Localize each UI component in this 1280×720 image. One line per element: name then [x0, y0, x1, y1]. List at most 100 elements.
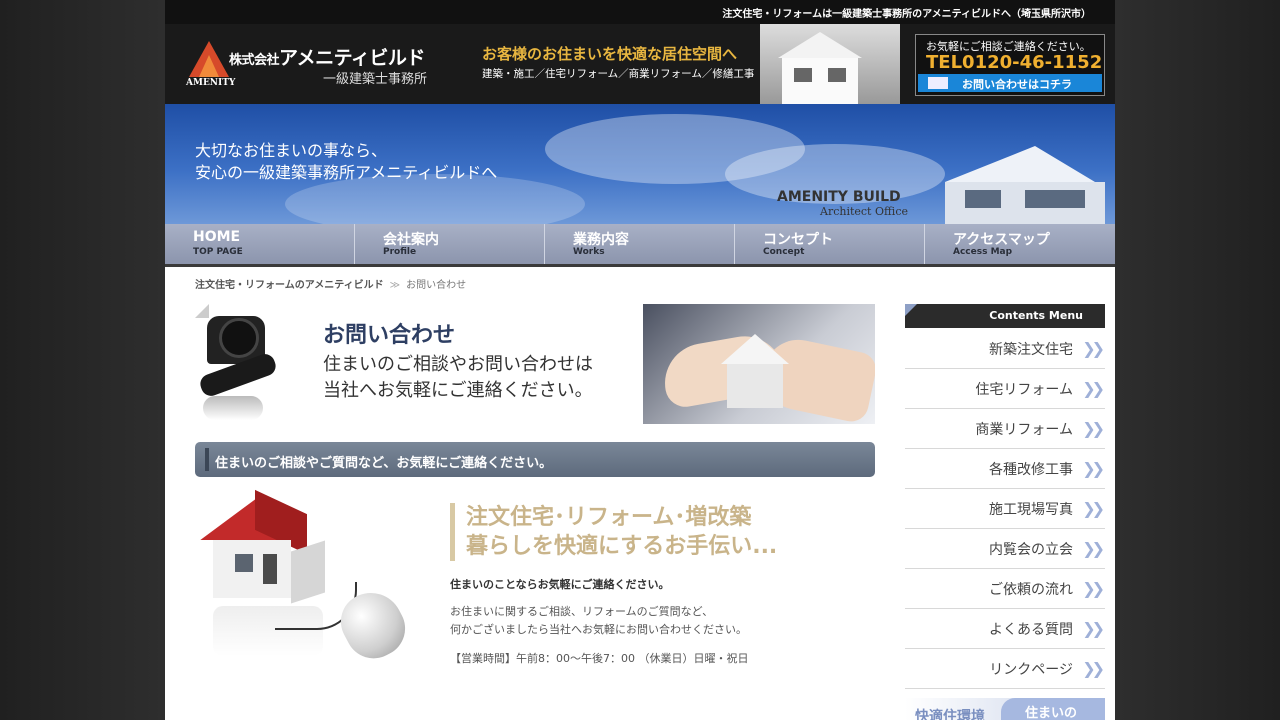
page-background-right: [1115, 0, 1280, 720]
house-door: [263, 554, 277, 584]
nav-sublabel: Concept: [763, 247, 805, 257]
nav-sublabel: Profile: [383, 247, 417, 257]
menu-header-corner: [905, 304, 917, 316]
double-chevron-right-icon: ❯❯: [1082, 579, 1105, 598]
double-chevron-right-icon: ❯❯: [1082, 539, 1105, 558]
breadcrumb: 注文住宅・リフォームのアメニティビルド ≫ お問い合わせ: [195, 276, 466, 291]
sidebar-item-label: リンクページ: [989, 662, 1073, 678]
contact-button[interactable]: お問い合わせはコチラ: [918, 74, 1102, 92]
sidebar-item-label: 新築注文住宅: [989, 342, 1073, 358]
sidebar-item-home-reform[interactable]: 住宅リフォーム ❯❯: [905, 368, 1105, 409]
nav-item-works[interactable]: 業務内容 Works: [545, 224, 735, 264]
header-catchphrase: お客様のお住まいを快適な居住空間へ: [482, 45, 738, 63]
sidebar-item-inspection[interactable]: 内覧会の立会 ❯❯: [905, 528, 1105, 569]
double-chevron-right-icon: ❯❯: [1082, 659, 1105, 678]
mail-icon: [928, 77, 948, 89]
sidebar-banner[interactable]: 快適住環境 住まいの: [905, 698, 1105, 720]
sidebar-item-site-photos[interactable]: 施工現場写真 ❯❯: [905, 488, 1105, 529]
sidebar-item-label: 施工現場写真: [989, 502, 1073, 518]
hero-line-1: 大切なお住まいの事なら、: [195, 141, 388, 160]
sidebar-item-label: よくある質問: [989, 622, 1073, 638]
sidebar-item-repair-work[interactable]: 各種改修工事 ❯❯: [905, 448, 1105, 489]
sidebar-menu-header: Contents Menu: [905, 304, 1105, 328]
business-hours: 【営業時間】午前8：00～午後7：00 （休業日）日曜・祝日: [450, 652, 749, 665]
nav-label: HOME: [193, 229, 241, 245]
breadcrumb-home[interactable]: 注文住宅・リフォームのアメニティビルド: [195, 280, 384, 291]
hero-house-roof: [945, 146, 1095, 182]
nav-label: 業務内容: [573, 232, 629, 248]
header-services: 建築・施工／住宅リフォーム／商業リフォーム／修繕工事: [482, 68, 755, 80]
house-window: [794, 68, 812, 82]
site-header: AMENITY 株式会社アメニティビルド 一級建築士事務所 お客様のお住まいを快…: [165, 24, 1115, 104]
hero-house-window: [965, 190, 1001, 208]
nav-item-profile[interactable]: 会社案内 Profile: [355, 224, 545, 264]
banner-subtitle: 住まいのご相談やお問い合わせは 当社へお気軽にご連絡ください。: [323, 352, 593, 404]
house-window: [235, 554, 253, 572]
hero-brand-sub: Architect Office: [820, 205, 908, 218]
nav-item-home[interactable]: HOME TOP PAGE: [165, 224, 355, 264]
sidebar-menu-title: Contents Menu: [989, 309, 1083, 322]
house-mouse-illustration: [200, 489, 425, 672]
content-lead: 住まいのことならお気軽にご連絡ください。: [450, 578, 670, 591]
telephone-dial: [219, 318, 259, 358]
hero-text: 大切なお住まいの事なら、 安心の一級建築事務所アメニティビルドへ: [195, 140, 497, 184]
nav-item-access[interactable]: アクセスマップ Access Map: [925, 224, 1114, 264]
sidebar-item-request-flow[interactable]: ご依頼の流れ ❯❯: [905, 568, 1105, 609]
page-title: お問い合わせ: [323, 323, 456, 348]
nav-item-concept[interactable]: コンセプト Concept: [735, 224, 925, 264]
content-catchphrase: 注文住宅･リフォーム･増改築 暮らしを快適にするお手伝い...: [450, 503, 777, 561]
nav-sublabel: Access Map: [953, 247, 1013, 257]
hands-house-photo: [643, 304, 875, 424]
contact-banner: お問い合わせ 住まいのご相談やお問い合わせは 当社へお気軽にご連絡ください。: [195, 304, 875, 424]
sidebar-item-label: 住宅リフォーム: [975, 382, 1073, 398]
hero-banner: 大切なお住まいの事なら、 安心の一級建築事務所アメニティビルドへ AMENITY…: [165, 104, 1115, 224]
contact-phone[interactable]: TEL0120-46-1152: [926, 52, 1102, 73]
double-chevron-right-icon: ❯❯: [1082, 499, 1105, 518]
model-house-wall: [727, 364, 783, 408]
model-house-roof: [721, 334, 789, 364]
page-background-left: [0, 0, 165, 720]
banner-corner: [195, 304, 209, 318]
section-heading: 住まいのご相談やご質問など、お気軽にご連絡ください。: [215, 456, 553, 471]
nav-divider: [165, 264, 1115, 267]
sidebar-item-commercial-reform[interactable]: 商業リフォーム ❯❯: [905, 408, 1105, 449]
sidebar-banner-badge: 住まいの: [1001, 698, 1105, 720]
double-chevron-right-icon: ❯❯: [1082, 619, 1105, 638]
top-strip-text: 注文住宅・リフォームは一級建築士事務所のアメニティビルドへ（埼玉県所沢市）: [722, 9, 1091, 20]
heading-marker: [205, 448, 209, 471]
sidebar-item-faq[interactable]: よくある質問 ❯❯: [905, 608, 1105, 649]
page-container: 注文住宅・リフォームは一級建築士事務所のアメニティビルドへ（埼玉県所沢市） AM…: [165, 0, 1115, 720]
sidebar-item-custom-homes[interactable]: 新築注文住宅 ❯❯: [905, 328, 1105, 369]
section-heading-bar: 住まいのご相談やご質問など、お気軽にご連絡ください。: [195, 442, 875, 477]
content-body: お住まいに関するご相談、リフォームのご質問など、 何かございましたら当社へお気軽…: [450, 603, 747, 639]
sidebar-banner-right: 住まいの: [1025, 706, 1078, 720]
header-house-photo: [760, 24, 900, 104]
logo-subtitle: 一級建築士事務所: [323, 72, 428, 87]
nav-label: コンセプト: [763, 232, 833, 248]
double-chevron-right-icon: ❯❯: [1082, 339, 1105, 358]
logo-en: AMENITY: [186, 78, 236, 88]
hero-house-window: [1025, 190, 1085, 208]
banner-sub-line-2: 当社へお気軽にご連絡ください。: [323, 380, 593, 401]
nav-sublabel: Works: [573, 247, 605, 257]
contact-button-label: お問い合わせはコチラ: [962, 78, 1072, 91]
logo-mark-inner-icon: [199, 55, 219, 77]
sidebar-item-label: 内覧会の立会: [989, 542, 1073, 558]
double-chevron-right-icon: ❯❯: [1082, 419, 1105, 438]
logo-name: アメニティビルド: [279, 47, 425, 69]
catch-line-2: 暮らしを快適にするお手伝い...: [466, 534, 778, 559]
banner-sub-line-1: 住まいのご相談やお問い合わせは: [323, 354, 593, 375]
logo-company-name: 株式会社アメニティビルド: [229, 43, 425, 70]
double-chevron-right-icon: ❯❯: [1082, 459, 1105, 478]
breadcrumb-current: お問い合わせ: [406, 280, 467, 291]
sidebar-item-links[interactable]: リンクページ ❯❯: [905, 648, 1105, 689]
sidebar-item-label: 各種改修工事: [989, 462, 1073, 478]
body-line-2: 何かございましたら当社へお気軽にお問い合わせください。: [450, 623, 747, 636]
logo-prefix: 株式会社: [229, 53, 280, 68]
breadcrumb-separator: ≫: [389, 280, 401, 291]
nav-label: 会社案内: [383, 232, 439, 248]
top-strip: 注文住宅・リフォームは一級建築士事務所のアメニティビルドへ（埼玉県所沢市）: [165, 0, 1115, 24]
hero-line-2: 安心の一級建築事務所アメニティビルドへ: [195, 163, 498, 182]
sidebar-item-label: ご依頼の流れ: [989, 582, 1073, 598]
double-chevron-right-icon: ❯❯: [1082, 379, 1105, 398]
